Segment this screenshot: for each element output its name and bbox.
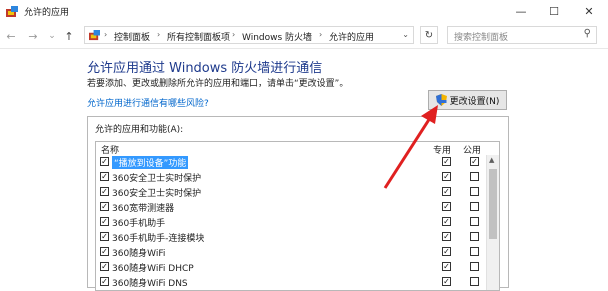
- page-title: 允许应用通过 Windows 防火墙进行通信: [87, 61, 323, 76]
- enable-checkbox[interactable]: ✓: [100, 217, 109, 226]
- breadcrumb-separator[interactable]: ›: [232, 30, 235, 39]
- vertical-scrollbar[interactable]: ▲: [486, 155, 499, 290]
- breadcrumb-separator[interactable]: ›: [319, 30, 322, 39]
- private-checkbox[interactable]: ✓: [442, 277, 451, 286]
- public-checkbox[interactable]: [470, 232, 479, 241]
- enable-checkbox[interactable]: ✓: [100, 247, 109, 256]
- private-checkbox[interactable]: ✓: [442, 217, 451, 226]
- minimize-button[interactable]: —: [504, 0, 538, 23]
- breadcrumb-separator[interactable]: ›: [104, 30, 107, 39]
- public-checkbox[interactable]: ✓: [470, 157, 479, 166]
- change-settings-label: 更改设置(N): [449, 96, 500, 107]
- maximize-button[interactable]: ☐: [537, 0, 571, 23]
- app-name: 360宽带测速器: [112, 204, 175, 214]
- close-button[interactable]: ✕: [572, 0, 606, 23]
- table-row[interactable]: ✓ 360手机助手 ✓: [96, 215, 486, 229]
- app-name: 360随身WiFi DHCP: [112, 264, 194, 274]
- allowed-apps-label: 允许的应用和功能(A):: [95, 125, 184, 135]
- address-dropdown-icon[interactable]: ⌄: [402, 30, 409, 39]
- private-checkbox[interactable]: ✓: [442, 232, 451, 241]
- window-title: 允许的应用: [24, 8, 70, 18]
- public-checkbox[interactable]: [470, 202, 479, 211]
- app-name: 360手机助手: [112, 219, 166, 229]
- search-placeholder: 搜索控制面板: [454, 33, 509, 43]
- scroll-up-icon[interactable]: ▲: [489, 156, 494, 164]
- risk-info-link[interactable]: 允许应用进行通信有哪些风险?: [87, 96, 209, 109]
- public-checkbox[interactable]: [470, 217, 479, 226]
- public-checkbox[interactable]: [470, 247, 479, 256]
- enable-checkbox[interactable]: ✓: [100, 262, 109, 271]
- control-panel-icon: [6, 6, 18, 17]
- up-button[interactable]: ↑: [62, 29, 76, 43]
- red-arrow-annotation: [383, 105, 438, 189]
- enable-checkbox[interactable]: ✓: [100, 172, 109, 181]
- table-row[interactable]: ✓ 360随身WiFi ✓: [96, 245, 486, 259]
- allowed-apps-group: 允许的应用和功能(A): 名称 专用 公用 ✓ “播放到设备”功能 ✓ ✓ ✓ 360安全…: [87, 116, 509, 291]
- breadcrumb-all-items[interactable]: 所有控制面板项: [167, 30, 230, 43]
- private-checkbox[interactable]: ✓: [442, 202, 451, 211]
- app-name: 360手机助手-连接模块: [112, 234, 205, 244]
- public-checkbox[interactable]: [470, 262, 479, 271]
- public-checkbox[interactable]: [470, 187, 479, 196]
- address-bar[interactable]: › 控制面板 › 所有控制面板项 › Windows 防火墙 › 允许的应用 ⌄: [84, 26, 414, 44]
- search-icon[interactable]: ⚲: [584, 28, 591, 39]
- public-checkbox[interactable]: [470, 277, 479, 286]
- search-input[interactable]: 搜索控制面板 ⚲: [447, 26, 597, 44]
- forward-button[interactable]: →: [26, 29, 40, 43]
- back-button[interactable]: ←: [4, 29, 18, 43]
- enable-checkbox[interactable]: ✓: [100, 232, 109, 241]
- breadcrumb-allowed-apps[interactable]: 允许的应用: [329, 30, 374, 43]
- page-description: 若要添加、更改或删除所允许的应用和端口，请单击“更改设置”。: [87, 79, 349, 89]
- control-panel-icon: [89, 30, 100, 41]
- table-row[interactable]: ✓ 360宽带测速器 ✓: [96, 200, 486, 214]
- scroll-thumb[interactable]: [489, 169, 497, 239]
- table-row[interactable]: ✓ 360随身WiFi DHCP ✓: [96, 260, 486, 274]
- app-name: “播放到设备”功能: [112, 156, 189, 169]
- private-checkbox[interactable]: ✓: [442, 262, 451, 271]
- breadcrumb-firewall[interactable]: Windows 防火墙: [242, 30, 312, 43]
- app-name: 360安全卫士实时保护: [112, 189, 202, 199]
- table-row[interactable]: ✓ 360随身WiFi DNS ✓: [96, 275, 486, 289]
- breadcrumb-control-panel[interactable]: 控制面板: [114, 30, 150, 43]
- enable-checkbox[interactable]: ✓: [100, 277, 109, 286]
- app-name: 360随身WiFi DNS: [112, 279, 188, 289]
- app-name: 360安全卫士实时保护: [112, 174, 202, 184]
- breadcrumb-separator[interactable]: ›: [157, 30, 160, 39]
- refresh-button[interactable]: ↻: [420, 26, 438, 44]
- table-row[interactable]: ✓ 360手机助手-连接模块 ✓: [96, 230, 486, 244]
- enable-checkbox[interactable]: ✓: [100, 202, 109, 211]
- title-bar: 允许的应用 — ☐ ✕: [0, 0, 608, 23]
- public-checkbox[interactable]: [470, 172, 479, 181]
- private-checkbox[interactable]: ✓: [442, 247, 451, 256]
- app-name: 360随身WiFi: [112, 249, 166, 259]
- recent-locations-button[interactable]: ⌄: [45, 29, 59, 43]
- enable-checkbox[interactable]: ✓: [100, 187, 109, 196]
- enable-checkbox[interactable]: ✓: [100, 157, 109, 166]
